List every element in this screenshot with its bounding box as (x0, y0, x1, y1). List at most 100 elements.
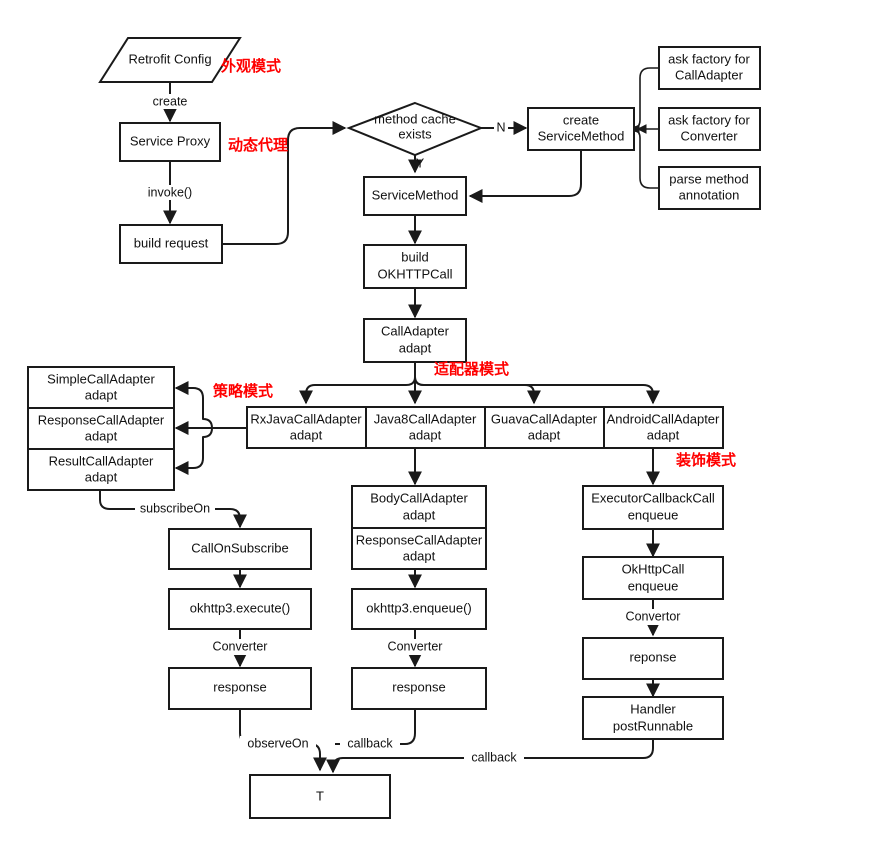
svg-text:adapt: adapt (403, 507, 436, 522)
svg-text:annotation: annotation (679, 187, 740, 202)
node-result-t[interactable]: T (249, 774, 391, 819)
node-response-left[interactable]: response (168, 667, 312, 710)
pattern-label-adapter: 适配器模式 (434, 360, 509, 378)
svg-text:enqueue: enqueue (628, 578, 679, 593)
svg-text:adapt: adapt (409, 427, 442, 442)
edge-ask-calladapter (630, 67, 659, 134)
svg-text:AndroidCallAdapter: AndroidCallAdapter (607, 411, 720, 426)
svg-text:method cache: method cache (374, 111, 456, 126)
svg-text:RxJavaCallAdapter: RxJavaCallAdapter (250, 411, 362, 426)
svg-text:build: build (401, 249, 428, 264)
edge-label-subscribeon: subscribeOn (140, 501, 210, 515)
svg-text:exists: exists (398, 126, 432, 141)
svg-text:adapt: adapt (403, 548, 436, 563)
node-ask-factory-calladapter[interactable]: ask factory for CallAdapter (658, 46, 761, 90)
svg-text:okhttp3.execute(): okhttp3.execute() (190, 600, 290, 615)
svg-text:response: response (392, 679, 445, 694)
svg-text:parse method: parse method (669, 171, 749, 186)
svg-text:adapt: adapt (85, 428, 118, 443)
node-handler-postrunnable[interactable]: Handler postRunnable (582, 696, 724, 740)
svg-text:ask factory for: ask factory for (668, 51, 750, 66)
edge-label-create: create (153, 94, 188, 108)
svg-text:response: response (213, 679, 266, 694)
node-executor-callback-call[interactable]: ExecutorCallbackCall enqueue (582, 485, 724, 530)
svg-text:CallOnSubscribe: CallOnSubscribe (191, 540, 289, 555)
svg-text:Java8CallAdapter: Java8CallAdapter (374, 411, 477, 426)
svg-text:OKHTTPCall: OKHTTPCall (377, 266, 452, 281)
svg-text:reponse: reponse (630, 649, 677, 664)
svg-text:adapt: adapt (85, 469, 118, 484)
edge-label-no: N (496, 120, 505, 134)
node-service-proxy[interactable]: Service Proxy (119, 122, 221, 162)
node-java8-calladapter[interactable]: Java8CallAdapter adapt (365, 406, 486, 449)
node-calladapter-adapt[interactable]: CallAdapter adapt (363, 318, 467, 363)
edge-create-to-servicemethod (468, 151, 582, 203)
node-response-calladapter-mid[interactable]: ResponseCallAdapter adapt (351, 527, 487, 570)
node-okhttp3-enqueue[interactable]: okhttp3.enqueue() (351, 588, 487, 630)
svg-text:ServiceMethod: ServiceMethod (538, 128, 625, 143)
node-build-request[interactable]: build request (119, 224, 223, 264)
svg-text:postRunnable: postRunnable (613, 718, 693, 733)
svg-text:ResponseCallAdapter: ResponseCallAdapter (356, 532, 483, 547)
node-result-calladapter[interactable]: ResultCallAdapter adapt (27, 448, 175, 491)
edge-fan-result (174, 427, 213, 475)
svg-text:adapt: adapt (85, 387, 118, 402)
svg-text:ServiceMethod: ServiceMethod (372, 187, 459, 202)
svg-text:OkHttpCall: OkHttpCall (622, 561, 685, 576)
svg-text:Retrofit Config: Retrofit Config (128, 51, 211, 66)
svg-text:adapt: adapt (399, 340, 432, 355)
edge-parse-annotation (630, 124, 659, 189)
node-create-servicemethod[interactable]: create ServiceMethod (527, 107, 635, 151)
svg-text:ResultCallAdapter: ResultCallAdapter (49, 453, 154, 468)
edge-label-converter-mid: Converter (388, 639, 443, 653)
pattern-label-dynamic-proxy: 动态代理 (228, 136, 288, 154)
node-android-calladapter[interactable]: AndroidCallAdapter adapt (603, 406, 724, 449)
edge-label-convertor-right: Convertor (626, 609, 681, 623)
node-guava-calladapter[interactable]: GuavaCallAdapter adapt (484, 406, 605, 449)
node-simple-calladapter[interactable]: SimpleCallAdapter adapt (27, 366, 175, 409)
node-method-cache-exists[interactable]: method cache exists (346, 101, 484, 157)
node-build-okhttpcall[interactable]: build OKHTTPCall (363, 244, 467, 289)
svg-text:CallAdapter: CallAdapter (381, 323, 450, 338)
pattern-label-strategy: 策略模式 (212, 382, 273, 400)
node-okhttpcall-enqueue[interactable]: OkHttpCall enqueue (582, 556, 724, 600)
edge-label-callback-mid: callback (347, 736, 393, 750)
svg-text:ask factory for: ask factory for (668, 112, 750, 127)
svg-text:Service Proxy: Service Proxy (130, 133, 211, 148)
svg-text:Handler: Handler (630, 701, 676, 716)
edge-label-converter-left: Converter (213, 639, 268, 653)
node-parse-method-annotation[interactable]: parse method annotation (658, 166, 761, 210)
edge-bus-guava (414, 376, 541, 405)
svg-text:ResponseCallAdapter: ResponseCallAdapter (38, 412, 165, 427)
svg-text:ExecutorCallbackCall: ExecutorCallbackCall (591, 490, 715, 505)
edge-label-callback-right: callback (471, 750, 517, 764)
node-servicemethod[interactable]: ServiceMethod (363, 176, 467, 216)
svg-text:okhttp3.enqueue(): okhttp3.enqueue() (366, 600, 472, 615)
svg-text:create: create (563, 112, 599, 127)
node-reponse-right[interactable]: reponse (582, 637, 724, 680)
svg-text:Converter: Converter (680, 128, 738, 143)
node-call-on-subscribe[interactable]: CallOnSubscribe (168, 528, 312, 570)
svg-text:enqueue: enqueue (628, 507, 679, 522)
node-okhttp3-execute[interactable]: okhttp3.execute() (168, 588, 312, 630)
node-retrofit-config[interactable]: Retrofit Config (98, 37, 242, 83)
svg-text:adapt: adapt (647, 427, 680, 442)
svg-text:BodyCallAdapter: BodyCallAdapter (370, 490, 468, 505)
node-body-calladapter[interactable]: BodyCallAdapter adapt (351, 485, 487, 529)
svg-text:SimpleCallAdapter: SimpleCallAdapter (47, 371, 155, 386)
svg-text:build request: build request (134, 235, 209, 250)
edge-label-yes: Y (416, 156, 425, 170)
node-ask-factory-converter[interactable]: ask factory for Converter (658, 107, 761, 151)
svg-text:adapt: adapt (290, 427, 323, 442)
node-response-mid[interactable]: response (351, 667, 487, 710)
nodes: Retrofit Config Service Proxy build requ… (27, 37, 761, 819)
node-response-calladapter[interactable]: ResponseCallAdapter adapt (27, 407, 175, 450)
pattern-label-facade: 外观模式 (220, 57, 281, 75)
retrofit-flowchart: create invoke() N Y subscribeOn Converte… (27, 37, 761, 819)
edge-bus-rxjava (299, 376, 416, 405)
edge-label-invoke: invoke() (148, 185, 192, 199)
edge-fan-simple (174, 381, 213, 429)
pattern-label-decorator: 装饰模式 (675, 451, 736, 469)
svg-text:GuavaCallAdapter: GuavaCallAdapter (491, 411, 598, 426)
node-rxjava-calladapter[interactable]: RxJavaCallAdapter adapt (246, 406, 367, 449)
